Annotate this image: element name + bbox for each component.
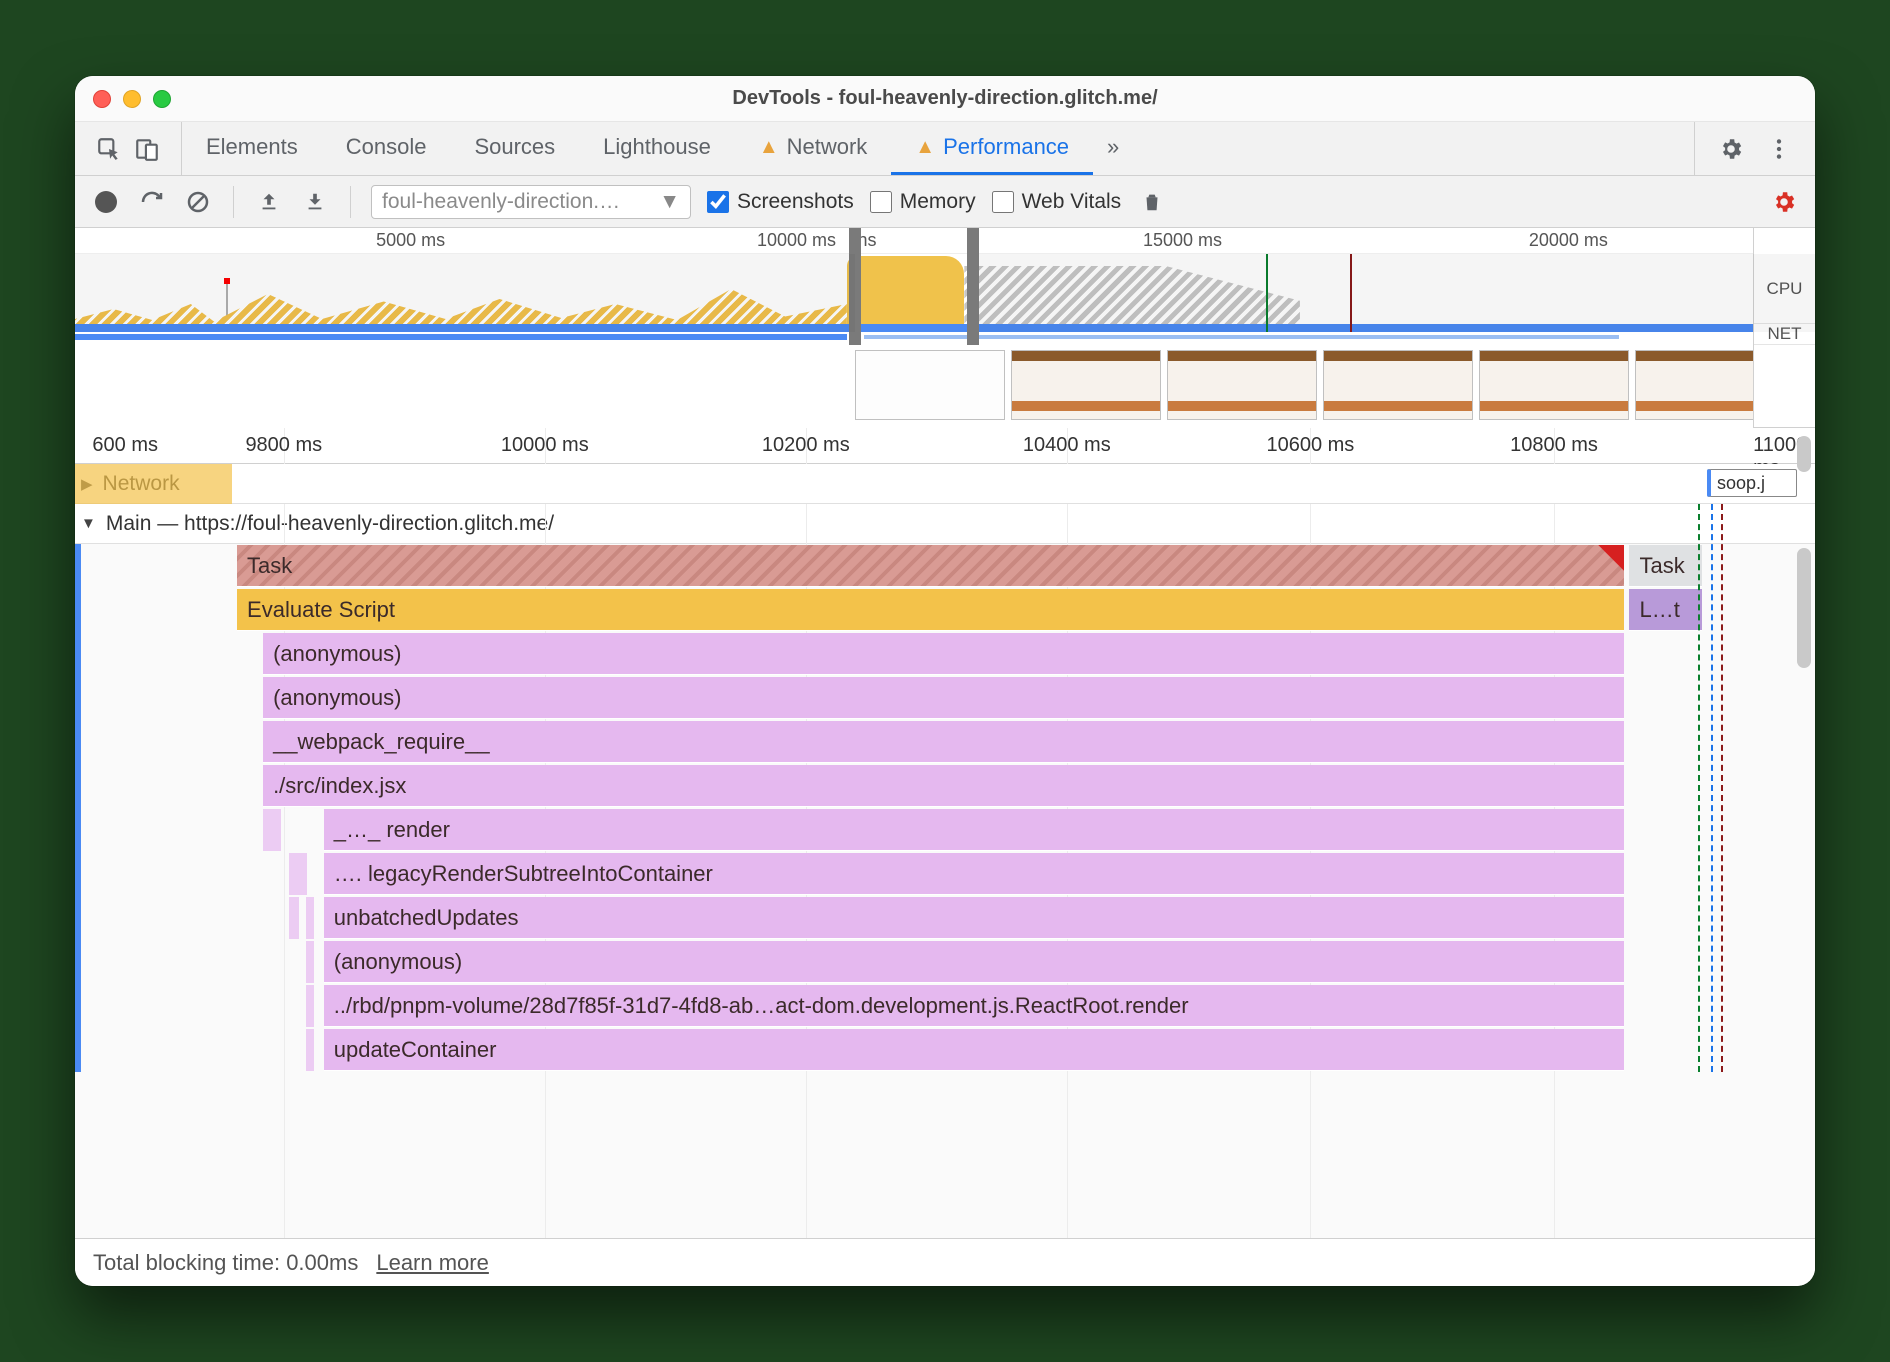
flame-bar-task[interactable]: Task: [237, 545, 1624, 587]
overview-net-lane: [75, 332, 1753, 346]
inspect-element-icon[interactable]: [95, 135, 123, 163]
tab-network[interactable]: ▲Network: [735, 122, 891, 175]
overview-screenshots: [75, 346, 1753, 428]
screenshots-checkbox[interactable]: Screenshots: [707, 190, 854, 214]
chevron-down-icon: ▼: [659, 190, 680, 214]
flame-chart[interactable]: 600 ms 9800 ms 10000 ms 10200 ms 10400 m…: [75, 428, 1815, 1238]
timeline-overview[interactable]: 5000 ms 10000 ms ns 15000 ms 20000 ms: [75, 228, 1815, 428]
disclosure-triangle-icon[interactable]: ▼: [81, 515, 96, 532]
reload-record-button[interactable]: [137, 187, 167, 217]
memory-checkbox[interactable]: Memory: [870, 190, 976, 214]
tab-lighthouse[interactable]: Lighthouse: [579, 122, 735, 175]
overview-lane-labels: CPU NET: [1753, 228, 1815, 427]
flame-ruler: 600 ms 9800 ms 10000 ms 10200 ms 10400 m…: [75, 428, 1815, 464]
flame-bar[interactable]: …. legacyRenderSubtreeIntoContainer: [324, 853, 1625, 895]
devtools-window: DevTools - foul-heavenly-direction.glitc…: [75, 76, 1815, 1286]
scrollbar-thumb[interactable]: [1797, 436, 1811, 472]
kebab-menu-icon[interactable]: [1765, 135, 1793, 163]
minimize-window-button[interactable]: [123, 90, 141, 108]
flame-bar[interactable]: (anonymous): [263, 633, 1624, 675]
tab-overflow[interactable]: »: [1093, 122, 1133, 175]
window-title: DevTools - foul-heavenly-direction.glitc…: [75, 87, 1815, 110]
device-toolbar-icon[interactable]: [133, 135, 161, 163]
flame-bar-task[interactable]: Task: [1629, 545, 1702, 587]
clear-button[interactable]: [183, 187, 213, 217]
tab-elements[interactable]: Elements: [182, 122, 322, 175]
status-bar: Total blocking time: 0.00ms Learn more: [75, 1238, 1815, 1286]
network-request-item[interactable]: soop.j: [1707, 469, 1797, 497]
overview-cpu-lane: [75, 254, 1753, 332]
collect-garbage-button[interactable]: [1137, 187, 1167, 217]
profile-select[interactable]: foul-heavenly-direction.… ▼: [371, 185, 691, 219]
flame-bar-evaluate-script[interactable]: Evaluate Script: [237, 589, 1624, 631]
warning-icon: ▲: [915, 136, 935, 159]
flame-bar[interactable]: ../rbd/pnpm-volume/28d7f85f-31d7-4fd8-ab…: [324, 985, 1625, 1027]
flame-bar-layout[interactable]: L…t: [1629, 589, 1702, 631]
panel-tabs: Elements Console Sources Lighthouse ▲Net…: [75, 122, 1815, 176]
flame-bar[interactable]: unbatchedUpdates: [324, 897, 1625, 939]
window-titlebar: DevTools - foul-heavenly-direction.glitc…: [75, 76, 1815, 122]
flame-bar[interactable]: _…_ render: [324, 809, 1625, 851]
scrollbar-thumb[interactable]: [1797, 548, 1811, 668]
flame-bar[interactable]: __webpack_require__: [263, 721, 1624, 763]
load-profile-button[interactable]: [254, 187, 284, 217]
profile-select-value: foul-heavenly-direction.…: [382, 190, 651, 214]
main-track-label: Main — https://foul-heavenly-direction.g…: [106, 512, 554, 536]
screenshots-checkbox-input[interactable]: [707, 191, 729, 213]
zoom-window-button[interactable]: [153, 90, 171, 108]
tab-console[interactable]: Console: [322, 122, 451, 175]
memory-checkbox-input[interactable]: [870, 191, 892, 213]
web-vitals-checkbox-input[interactable]: [992, 191, 1014, 213]
save-profile-button[interactable]: [300, 187, 330, 217]
window-controls: [93, 90, 171, 108]
learn-more-link[interactable]: Learn more: [376, 1250, 489, 1276]
tab-performance[interactable]: ▲Performance: [891, 122, 1093, 175]
capture-settings-icon[interactable]: [1769, 187, 1799, 217]
tab-list: Elements Console Sources Lighthouse ▲Net…: [182, 122, 1694, 175]
tbt-value: Total blocking time: 0.00ms: [93, 1250, 358, 1276]
performance-toolbar: foul-heavenly-direction.… ▼ Screenshots …: [75, 176, 1815, 228]
flame-bar[interactable]: ./src/index.jsx: [263, 765, 1624, 807]
record-button[interactable]: [91, 187, 121, 217]
flame-bar[interactable]: (anonymous): [324, 941, 1625, 983]
network-track[interactable]: ▶ Network soop.j: [75, 464, 1815, 504]
main-track[interactable]: ▼ Main — https://foul-heavenly-direction…: [75, 504, 1815, 1072]
warning-icon: ▲: [759, 136, 779, 159]
web-vitals-checkbox[interactable]: Web Vitals: [992, 190, 1122, 214]
flame-bar[interactable]: updateContainer: [324, 1029, 1625, 1071]
tab-sources[interactable]: Sources: [450, 122, 579, 175]
flame-bar[interactable]: (anonymous): [263, 677, 1624, 719]
settings-icon[interactable]: [1717, 135, 1745, 163]
overview-ruler: 5000 ms 10000 ms ns 15000 ms 20000 ms: [75, 228, 1753, 254]
close-window-button[interactable]: [93, 90, 111, 108]
